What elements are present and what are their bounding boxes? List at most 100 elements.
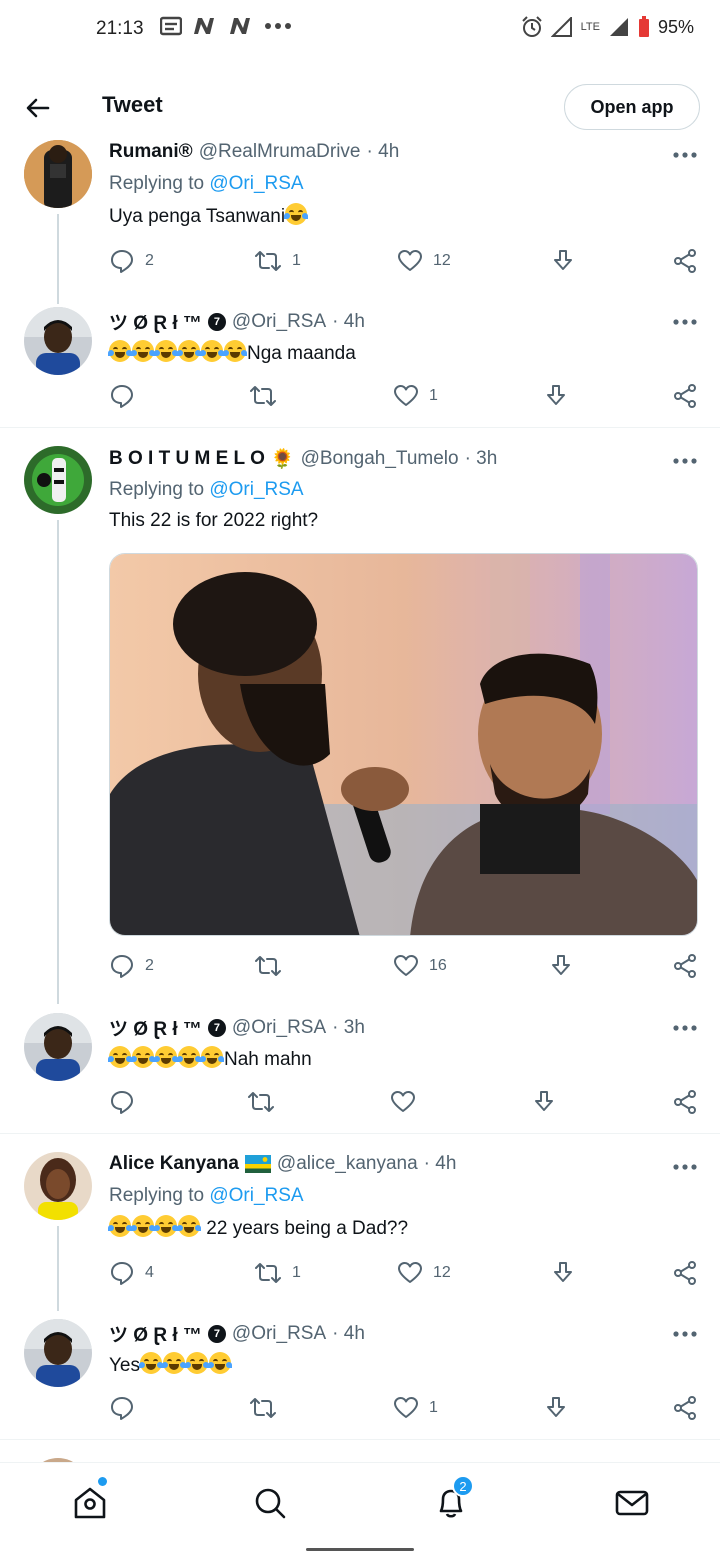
joy-emoji-icon [131,1215,155,1237]
retweet-icon [250,1398,276,1418]
battery-icon [638,16,649,37]
retweet-button[interactable] [254,953,292,979]
tweet-actions: 4 1 12 [109,1260,699,1290]
retweet-icon [255,956,281,976]
joy-emoji-icon [154,1215,178,1237]
reply-button[interactable]: 2 [109,953,154,979]
like-button[interactable]: 1 [393,383,438,409]
replying-mention[interactable]: @Ori_RSA [209,1185,303,1206]
tweet-text-content: Uya penga Tsanwani [109,206,286,227]
share-button[interactable] [672,1395,698,1421]
message-icon [160,16,182,36]
tweet-text: Yes [109,1352,232,1377]
more-options-icon[interactable] [672,151,698,159]
joy-emoji-icon [108,1215,132,1237]
author-handle[interactable]: @Ori_RSA [232,1323,326,1345]
like-button[interactable]: 12 [397,1260,451,1286]
home-icon[interactable] [70,1483,110,1523]
battery-percent: 95% [657,16,694,37]
tweet-actions: 2 1 12 [109,248,699,278]
more-options-icon[interactable] [672,1024,698,1032]
retweet-icon [255,251,281,271]
author-name[interactable]: Rumani® [109,141,193,163]
retweet-icon [250,386,276,406]
avatar[interactable] [24,446,92,514]
like-button[interactable]: 16 [393,953,447,979]
reply-icon [111,385,133,408]
status-bar: 21:13 LTE 95% [0,0,720,62]
reply-button[interactable] [109,1089,135,1115]
download-button[interactable] [543,1395,569,1421]
download-button[interactable] [543,383,569,409]
download-button[interactable] [550,248,576,274]
download-button[interactable] [531,1089,557,1115]
thread-line [57,1226,59,1311]
author-handle[interactable]: @RealMrumaDrive [199,141,361,163]
tweet-time: · 3h [332,1016,365,1038]
retweet-button[interactable] [247,1089,275,1115]
tweet-text: 22 years being a Dad?? [108,1215,409,1240]
retweet-button[interactable]: 1 [254,1260,301,1286]
like-button[interactable]: 1 [393,1395,438,1421]
network-type-label: LTE [580,21,600,33]
more-options-icon[interactable] [672,1163,698,1171]
back-arrow-icon[interactable] [22,92,54,124]
download-icon [554,250,572,270]
avatar[interactable] [24,307,92,375]
avatar[interactable] [24,1319,92,1387]
search-icon[interactable] [250,1483,290,1523]
reply-count: 4 [145,1264,154,1281]
tweet-text-content: Nah mahn [224,1049,312,1070]
reply-icon [111,955,133,978]
avatar[interactable] [24,1013,92,1081]
replying-mention[interactable]: @Ori_RSA [209,479,303,500]
more-options-icon[interactable] [672,457,698,465]
author-name[interactable]: ツ Ø Ɽ ł ™ [109,1320,202,1347]
author-handle[interactable]: @Ori_RSA [232,1017,326,1039]
author-name[interactable]: Alice Kanyana [109,1153,239,1175]
heart-icon [398,250,422,271]
share-button[interactable] [672,248,698,274]
more-options-icon[interactable] [672,1330,698,1338]
share-button[interactable] [672,953,698,979]
sob-emoji-icon [208,1352,232,1374]
messages-mail-icon[interactable] [612,1483,652,1523]
share-button[interactable] [672,383,698,409]
share-icon [674,954,696,978]
replying-mention[interactable]: @Ori_RSA [209,173,303,194]
tweet-photo[interactable] [109,553,698,936]
reply-button[interactable] [109,383,145,409]
author-name[interactable]: ツ Ø Ɽ ł ™ [109,1014,202,1041]
retweet-button[interactable] [249,383,287,409]
system-home-indicator[interactable] [306,1548,414,1551]
share-button[interactable] [672,1260,698,1286]
author-name[interactable]: B O I T U M E L O [109,448,265,470]
download-icon [552,955,570,975]
more-options-icon[interactable] [672,318,698,326]
avatar[interactable] [24,140,92,208]
author-handle[interactable]: @alice_kanyana [277,1153,418,1175]
author-handle[interactable]: @Ori_RSA [232,311,326,333]
tweet-time: · 4h [423,1153,457,1174]
reply-button[interactable]: 4 [109,1260,154,1286]
download-button[interactable] [550,1260,576,1286]
author-handle[interactable]: @Bongah_Tumelo [301,448,459,470]
avatar[interactable] [24,1152,92,1220]
reply-button[interactable]: 2 [109,248,154,274]
replying-prefix: Replying to [109,1185,205,1206]
reply-icon [111,1262,133,1285]
reply-icon [111,1091,133,1114]
tweet-text-content: 22 years being a Dad?? [201,1218,409,1239]
like-button[interactable] [390,1089,416,1115]
share-button[interactable] [672,1089,698,1115]
retweet-button[interactable] [249,1395,287,1421]
reply-button[interactable] [109,1395,145,1421]
tweet-actions: 1 [109,383,699,413]
like-button[interactable]: 12 [397,248,451,274]
open-app-button[interactable]: Open app [564,84,700,130]
number-badge-icon: 7 [207,1018,226,1037]
download-button[interactable] [548,953,574,979]
author-name[interactable]: ツ Ø Ɽ ł ™ [109,308,202,335]
joy-emoji-icon [284,203,309,225]
retweet-button[interactable]: 1 [254,248,301,274]
